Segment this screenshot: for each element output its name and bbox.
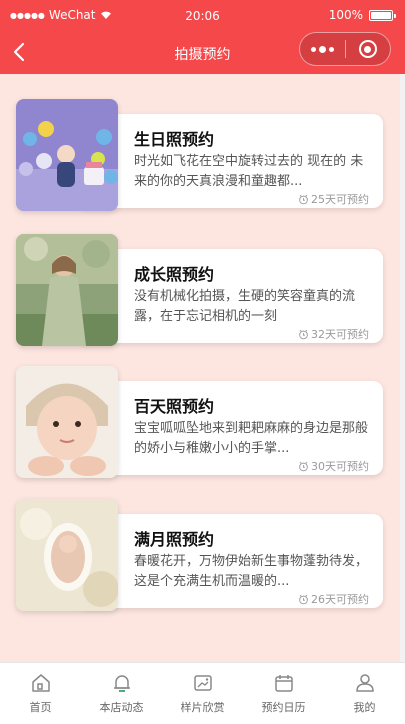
alarm-clock-icon xyxy=(299,329,308,339)
availability-days: 26天可预约 xyxy=(311,593,369,606)
booking-card-growth[interactable]: 成长照预约 没有机械化拍摄，生硬的笑容童真的流露，在于忘记相机的一刻 32天可预… xyxy=(16,234,383,347)
alarm-clock-icon xyxy=(299,194,308,204)
tab-store-news[interactable]: 本店动态 xyxy=(81,663,162,724)
more-menu-button[interactable] xyxy=(300,45,345,53)
growth-photo-image xyxy=(16,234,118,346)
mini-program-capsule xyxy=(299,32,391,66)
close-mini-program-button[interactable] xyxy=(346,40,390,58)
tab-home[interactable]: 首页 xyxy=(0,663,81,724)
availability-info: 25天可预约 xyxy=(298,191,369,207)
tab-booking-calendar[interactable]: 预约日历 xyxy=(243,663,324,724)
home-icon xyxy=(31,674,50,692)
availability-days: 32天可预约 xyxy=(311,328,369,341)
availability-info: 30天可预约 xyxy=(298,458,369,474)
tab-samples[interactable]: 样片欣赏 xyxy=(162,663,243,724)
status-bar: ●●●●● WeChat 20:06 100% xyxy=(0,0,405,32)
availability-info: 32天可预约 xyxy=(298,326,369,342)
tab-label: 本店动态 xyxy=(99,701,144,714)
booking-card-hundred-day[interactable]: 百天照预约 宝宝呱呱坠地来到耙耙麻麻的身边是那般的娇小与稚嫩小小的手掌... 3… xyxy=(16,366,383,479)
card-description: 宝宝呱呱坠地来到耙耙麻麻的身边是那般的娇小与稚嫩小小的手掌... xyxy=(134,421,369,456)
booking-list: 生日照预约 时光如飞花在空中旋转过去的 现在的 未来的你的天真浪漫和童趣都...… xyxy=(0,74,400,662)
card-title: 成长照预约 xyxy=(134,265,215,284)
card-description: 时光如飞花在空中旋转过去的 现在的 未来的你的天真浪漫和童趣都... xyxy=(134,154,364,189)
alarm-clock-icon xyxy=(299,594,308,604)
card-description: 春暖花开，万物伊始新生事物蓬勃待发，这是个充满生机而温暖的... xyxy=(134,554,369,589)
calendar-icon xyxy=(274,675,293,692)
tab-label: 预约日历 xyxy=(261,701,306,714)
birthday-photo-image xyxy=(16,99,118,211)
booking-card-birthday[interactable]: 生日照预约 时光如飞花在空中旋转过去的 现在的 未来的你的天真浪漫和童趣都...… xyxy=(16,99,383,212)
tab-label: 首页 xyxy=(29,701,52,714)
battery-percent: 100% xyxy=(328,8,363,22)
tab-label: 样片欣赏 xyxy=(180,701,225,714)
navigation-bar: 拍摄预约 xyxy=(0,32,405,74)
availability-days: 25天可预约 xyxy=(311,193,369,206)
card-title: 百天照预约 xyxy=(134,397,215,416)
booking-card-full-month[interactable]: 满月照预约 春暖花开，万物伊始新生事物蓬勃待发，这是个充满生机而温暖的... 2… xyxy=(16,499,383,612)
availability-days: 30天可预约 xyxy=(311,460,369,473)
card-description: 没有机械化拍摄，生硬的笑容童真的流露，在于忘记相机的一刻 xyxy=(134,289,356,324)
availability-info: 26天可预约 xyxy=(298,591,369,607)
card-title: 满月照预约 xyxy=(134,530,215,549)
battery-icon xyxy=(369,9,396,21)
alarm-clock-icon xyxy=(299,461,308,471)
hundred-day-photo-image xyxy=(16,366,118,478)
scroll-gutter xyxy=(400,74,405,662)
tab-bar: 首页 本店动态 样片欣赏 预约日历 我的 xyxy=(0,662,405,724)
bell-icon xyxy=(113,675,130,692)
tab-mine[interactable]: 我的 xyxy=(324,663,405,724)
user-icon xyxy=(355,674,374,692)
full-month-photo-image xyxy=(16,499,118,611)
tab-label: 我的 xyxy=(353,701,376,714)
target-icon xyxy=(358,40,377,58)
top-bar: ●●●●● WeChat 20:06 100% 拍摄预约 xyxy=(0,0,405,74)
picture-icon xyxy=(193,675,212,691)
card-title: 生日照预约 xyxy=(134,130,215,149)
